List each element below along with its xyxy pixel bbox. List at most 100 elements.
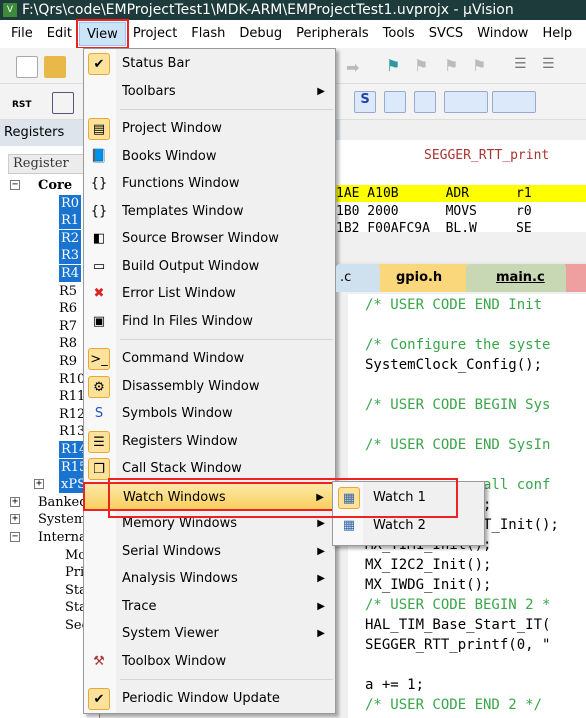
code-line: /* USER CODE BEGIN Sys (365, 397, 551, 413)
view-menu-item-source-browser-window[interactable]: ◧ Source Browser Window (84, 225, 335, 253)
navigate-forward-icon[interactable]: ➡ (346, 58, 368, 80)
clear-bookmarks-icon[interactable]: ⚑ (472, 56, 494, 78)
expand-icon[interactable]: + (34, 479, 44, 490)
editor-tab--c[interactable]: .c (336, 264, 380, 292)
menu-debug[interactable]: Debug (232, 22, 289, 46)
menu-window[interactable]: Window (470, 22, 535, 46)
register-tree-item[interactable]: R8 (59, 335, 77, 352)
submenu-item-watch-2[interactable]: ▦ Watch 2 (333, 512, 484, 540)
register-tree-item[interactable]: R0 (59, 194, 82, 212)
reset-rst-icon[interactable]: RST (12, 90, 34, 112)
watch-window-dropdown-icon[interactable] (444, 91, 488, 113)
view-menu-item-error-list-window[interactable]: ✖ Error List Window (84, 280, 335, 308)
register-tree-item[interactable]: R3 (59, 247, 82, 265)
view-menu-item-project-window[interactable]: ▤ Project Window (84, 115, 335, 143)
register-tree-item[interactable]: R10 (59, 371, 85, 388)
braces-icon: {} (90, 176, 108, 191)
menu-edit[interactable]: Edit (40, 22, 79, 46)
step-icon[interactable] (52, 92, 74, 114)
view-menu-item-registers-window[interactable]: ☰ Registers Window (84, 428, 335, 456)
menu-item-label: Books Window (122, 148, 217, 164)
register-tree-item[interactable]: R5 (59, 283, 77, 300)
symbols-window-icon[interactable]: S (354, 91, 376, 113)
register-tree-item[interactable]: Banked (38, 494, 88, 511)
view-menu-item-memory-windows[interactable]: Memory Windows ▶ (84, 510, 335, 538)
register-tree-item[interactable]: R9 (59, 353, 77, 370)
view-menu-item-analysis-windows[interactable]: Analysis Windows ▶ (84, 565, 335, 593)
menu-svcs[interactable]: SVCS (422, 22, 470, 46)
register-tree-item[interactable]: Core (38, 177, 72, 194)
register-tree-item[interactable]: R1 (59, 212, 82, 230)
menu-item-label: Disassembly Window (122, 378, 260, 394)
registers-icon: ☰ (88, 430, 110, 453)
register-tree-item[interactable]: R13 (59, 423, 85, 440)
view-menu-item-functions-window[interactable]: {} Functions Window (84, 170, 335, 198)
register-tree-item[interactable]: System (38, 511, 86, 528)
disassembly-row[interactable]: 1AE A10B ADR r1 (336, 185, 586, 202)
view-menu-item-find-in-files-window[interactable]: ▣ Find In Files Window (84, 308, 335, 336)
register-tree-item[interactable]: R11 (59, 388, 85, 405)
view-menu-item-toolbox-window[interactable]: ⚒ Toolbox Window (84, 648, 335, 676)
collapse-icon[interactable]: − (10, 532, 20, 542)
editor-tab-strip: .c gpio.h main.c (336, 262, 586, 292)
menu-project[interactable]: Project (126, 22, 184, 46)
submenu-arrow-icon: ▶ (316, 491, 324, 503)
view-menu-item-trace[interactable]: Trace ▶ (84, 593, 335, 621)
menu-flash[interactable]: Flash (184, 22, 232, 46)
serial-window-dropdown-icon[interactable] (546, 91, 582, 113)
bookmark-flag-icon[interactable]: ⚑ (386, 56, 408, 78)
editor-tab-main-c[interactable]: main.c (466, 264, 566, 292)
open-folder-icon[interactable] (44, 56, 66, 78)
find-in-files-icon: ▣ (92, 313, 106, 329)
menu-item-label: Error List Window (122, 286, 236, 301)
call-stack-window-icon[interactable] (414, 91, 436, 113)
build-output-icon: ▭ (92, 258, 106, 274)
view-menu-item-system-viewer[interactable]: System Viewer ▶ (84, 620, 335, 648)
submenu-arrow-icon: ▶ (317, 518, 325, 529)
collapse-icon[interactable]: − (10, 180, 20, 190)
editor-tab-gpio-h[interactable]: gpio.h (366, 264, 472, 292)
view-menu-item-toolbars[interactable]: Toolbars ▶ (84, 78, 335, 106)
view-menu-item-watch-windows[interactable]: Watch Windows ▶ (83, 481, 336, 511)
code-line: MX_I2C2_Init(); (365, 557, 492, 573)
view-menu-item-disassembly-window[interactable]: ⚙ Disassembly Window (84, 373, 335, 401)
menu-file[interactable]: File (4, 22, 40, 46)
disassembly-row[interactable]: 1B2 F00AFC9A BL.W SE (336, 220, 586, 232)
menu-item-label: Registers Window (122, 433, 238, 449)
indent-icon[interactable]: ☰ (514, 56, 536, 78)
register-tree-item[interactable]: R6 (59, 300, 77, 317)
view-menu-item-command-window[interactable]: >_ Command Window (84, 345, 335, 373)
prev-bookmark-icon[interactable]: ⚑ (414, 56, 436, 78)
view-menu-item-call-stack-window[interactable]: ❐ Call Stack Window (84, 455, 335, 483)
submenu-item-watch-1[interactable]: ▦ Watch 1 (333, 484, 484, 512)
view-menu-item-status-bar[interactable]: ✔ Status Bar (84, 50, 335, 78)
register-tree-item[interactable]: R4 (59, 265, 82, 282)
view-menu-item-periodic-window-update[interactable]: ✔ Periodic Window Update (84, 685, 335, 713)
expand-icon[interactable]: + (10, 514, 20, 525)
view-menu-item-build-output-window[interactable]: ▭ Build Output Window (84, 253, 335, 281)
unindent-icon[interactable]: ☰ (542, 56, 564, 78)
expand-icon[interactable]: + (10, 496, 20, 507)
register-tree-item[interactable]: R12 (59, 406, 85, 423)
register-tree-item[interactable]: R7 (59, 318, 77, 335)
view-menu-item-serial-windows[interactable]: Serial Windows ▶ (84, 538, 335, 566)
new-file-icon[interactable] (16, 56, 38, 78)
view-menu-item-books-window[interactable]: 📘 Books Window (84, 143, 335, 171)
code-line: /* USER CODE END 2 */ (365, 697, 543, 713)
menu-help[interactable]: Help (535, 22, 579, 46)
menu-peripherals[interactable]: Peripherals (289, 22, 376, 46)
disassembly-row[interactable]: 1B0 2000 MOVS r0 (336, 203, 586, 220)
submenu-arrow-icon: ▶ (317, 573, 325, 584)
menu-item-label: Call Stack Window (122, 461, 242, 476)
view-menu-item-templates-window[interactable]: {} Templates Window (84, 198, 335, 226)
next-bookmark-icon[interactable]: ⚑ (444, 56, 466, 78)
view-menu-item-symbols-window[interactable]: S Symbols Window (84, 400, 335, 428)
registers-window-icon[interactable] (384, 91, 406, 113)
menu-view[interactable]: View (75, 19, 129, 49)
menu-item-label: Source Browser Window (122, 231, 279, 246)
memory-window-dropdown-icon[interactable] (492, 91, 536, 113)
register-tree-item[interactable]: R2 (59, 229, 82, 247)
menu-item-label: Build Output Window (122, 258, 260, 274)
templates-icon: {} (90, 203, 108, 219)
menu-tools[interactable]: Tools (376, 22, 422, 46)
